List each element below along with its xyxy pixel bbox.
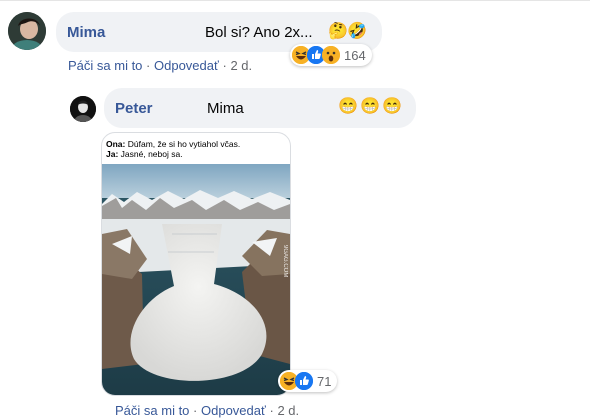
separator-dot: · <box>146 58 154 73</box>
comment-text: Bol si? Ano 2x... <box>205 24 313 41</box>
reply-reactions-summary[interactable]: 71 <box>278 370 338 392</box>
rofl-face-icon: 🤣 <box>347 23 367 40</box>
reactions-summary[interactable]: 164 <box>290 44 372 66</box>
like-link[interactable]: Páči sa mi to <box>115 403 189 418</box>
watermark: 9GAG.COM <box>282 245 288 278</box>
timestamp[interactable]: 2 d. <box>277 403 299 418</box>
separator-dot: · <box>193 403 201 418</box>
caption-text-2: Jasné, neboj sa. <box>120 149 183 159</box>
like-link[interactable]: Páči sa mi to <box>68 58 142 73</box>
like-reaction-icon <box>295 372 313 390</box>
glacier-photo <box>102 164 290 395</box>
reply-reactions-count: 71 <box>317 373 332 389</box>
reply-author[interactable]: Peter <box>115 100 153 117</box>
thinking-face-icon: 🤔 <box>328 23 348 40</box>
wow-reaction-icon <box>322 46 340 64</box>
comment-actions: Páči sa mi to · Odpovedať · 2 d. <box>68 58 252 73</box>
grinning-face-icon: 😁 <box>338 98 358 115</box>
avatar-peter[interactable] <box>70 96 96 122</box>
grinning-face-icon: 😁 <box>382 98 402 115</box>
caption-text-1: Dúfam, že si ho vytiahol včas. <box>127 139 241 149</box>
caption-speaker-1: Ona: <box>106 139 126 149</box>
grinning-face-icon: 😁 <box>360 98 380 115</box>
timestamp[interactable]: 2 d. <box>230 58 252 73</box>
reply-actions: Páči sa mi to · Odpovedať · 2 d. <box>115 403 299 418</box>
reply-mention[interactable]: Mima <box>207 100 244 117</box>
reply-link[interactable]: Odpovedať <box>154 58 219 73</box>
top-edge <box>0 0 590 1</box>
reply-link[interactable]: Odpovedať <box>201 403 266 418</box>
meme-caption: Ona: Dúfam, že si ho vytiahol včas. Ja: … <box>106 139 240 159</box>
caption-speaker-2: Ja: <box>106 149 119 159</box>
avatar-mima[interactable] <box>8 12 46 50</box>
reactions-count: 164 <box>344 47 366 63</box>
comment-author[interactable]: Mima <box>67 24 105 41</box>
meme-image[interactable]: Ona: Dúfam, že si ho vytiahol včas. Ja: … <box>101 132 291 396</box>
